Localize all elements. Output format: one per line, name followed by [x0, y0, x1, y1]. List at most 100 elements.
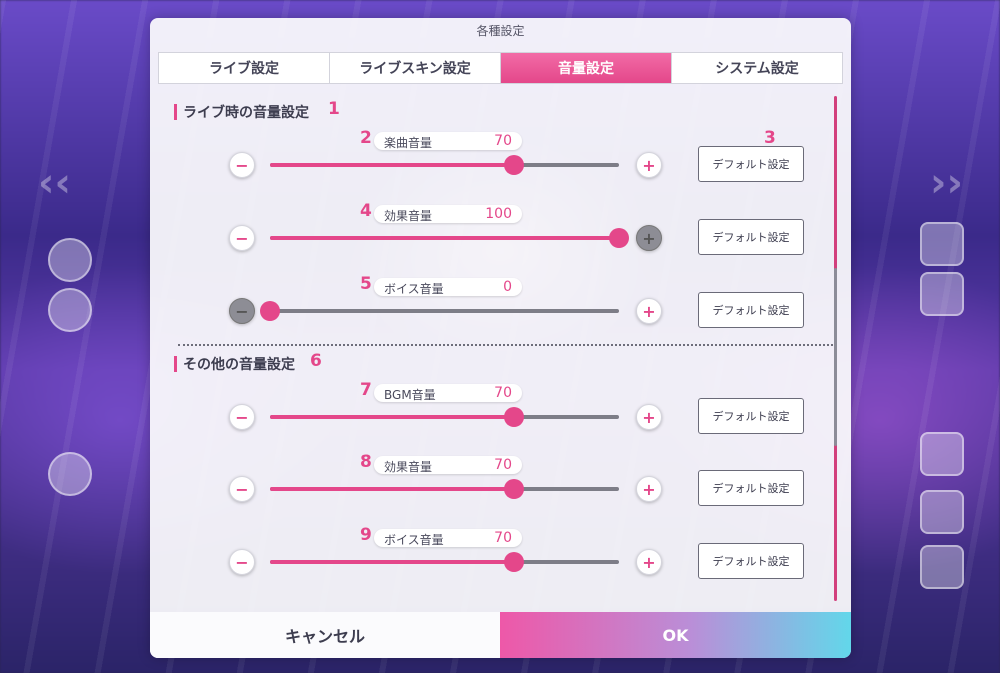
volume-value: 0	[503, 279, 512, 295]
tab-live-settings[interactable]: ライブ設定	[159, 53, 330, 83]
volume-label: BGM音量	[384, 388, 436, 402]
cancel-button[interactable]: キャンセル	[150, 612, 500, 658]
volume-label-pill: ボイス音量 70	[374, 529, 522, 547]
side-icon	[920, 222, 964, 266]
minus-icon: −	[235, 301, 249, 321]
side-icon	[48, 288, 92, 332]
dialog-footer: キャンセル OK	[150, 612, 851, 658]
tab-live-skin-settings[interactable]: ライブスキン設定	[330, 53, 501, 83]
volume-value: 100	[485, 206, 512, 222]
volume-value: 70	[494, 457, 512, 473]
volume-decrease-button[interactable]: −	[229, 225, 255, 251]
plus-icon: +	[642, 407, 656, 427]
volume-value: 70	[494, 530, 512, 546]
volume-increase-button[interactable]: +	[636, 476, 662, 502]
plus-icon: +	[642, 155, 656, 175]
volume-label: 楽曲音量	[384, 136, 433, 150]
annotation-number: 6	[310, 351, 322, 371]
volume-slider-fill	[270, 560, 514, 564]
volume-increase-button[interactable]: +	[636, 404, 662, 430]
minus-icon: −	[235, 407, 249, 427]
slider-row: 2 楽曲音量 70 − + デフォルト設定	[150, 128, 851, 202]
side-icon	[920, 545, 964, 589]
volume-value: 70	[494, 385, 512, 401]
ok-button[interactable]: OK	[500, 612, 851, 658]
annotation-number: 4	[360, 201, 372, 221]
left-arrow-icon: ‹‹	[38, 160, 71, 206]
default-settings-button[interactable]: デフォルト設定	[698, 470, 804, 506]
dialog-title: 各種設定	[476, 24, 525, 38]
volume-decrease-button[interactable]: −	[229, 476, 255, 502]
slider-row: 9 ボイス音量 70 − + デフォルト設定	[150, 525, 851, 599]
volume-label: 効果音量	[384, 209, 433, 223]
volume-slider-fill	[270, 415, 514, 419]
volume-slider-handle[interactable]	[504, 479, 524, 499]
volume-slider-handle[interactable]	[609, 228, 629, 248]
annotation-number: 2	[360, 128, 372, 148]
section-live-volume: ライブ時の音量設定	[174, 102, 309, 122]
volume-decrease-button[interactable]: −	[229, 404, 255, 430]
annotation-number: 8	[360, 452, 372, 472]
plus-icon: +	[642, 552, 656, 572]
volume-slider-fill	[270, 236, 619, 240]
volume-label-pill: 楽曲音量 70	[374, 132, 522, 150]
slider-row: 4 効果音量 100 − + デフォルト設定	[150, 201, 851, 275]
volume-increase-button[interactable]: +	[636, 152, 662, 178]
side-icon	[920, 432, 964, 476]
section-marker	[174, 356, 177, 372]
tab-system-settings[interactable]: システム設定	[672, 53, 842, 83]
volume-slider[interactable]	[270, 228, 629, 248]
volume-decrease-button[interactable]: −	[229, 298, 255, 324]
side-icon	[920, 490, 964, 534]
minus-icon: −	[235, 479, 249, 499]
volume-label-pill: ボイス音量 0	[374, 278, 522, 296]
default-settings-button[interactable]: デフォルト設定	[698, 146, 804, 182]
right-arrow-icon: ››	[930, 160, 963, 206]
plus-icon: +	[642, 479, 656, 499]
volume-increase-button[interactable]: +	[636, 549, 662, 575]
annotation-number: 9	[360, 525, 372, 545]
volume-increase-button[interactable]: +	[636, 298, 662, 324]
close-icon	[48, 452, 92, 496]
section-other-volume: その他の音量設定	[174, 354, 295, 374]
volume-slider[interactable]	[270, 407, 619, 427]
volume-label-pill: BGM音量 70	[374, 384, 522, 402]
slider-row: 7 BGM音量 70 − + デフォルト設定	[150, 380, 851, 454]
volume-label: ボイス音量	[384, 533, 444, 547]
volume-label: ボイス音量	[384, 282, 444, 296]
volume-value: 70	[494, 133, 512, 149]
volume-decrease-button[interactable]: −	[229, 549, 255, 575]
volume-label-pill: 効果音量 70	[374, 456, 522, 474]
minus-icon: −	[235, 228, 249, 248]
volume-slider[interactable]	[270, 479, 619, 499]
settings-dialog: 各種設定 ライブ設定 ライブスキン設定 音量設定 システム設定 ライブ時の音量設…	[150, 18, 851, 658]
annotation-number: 1	[328, 99, 340, 119]
volume-label: 効果音量	[384, 460, 433, 474]
minus-icon: −	[235, 552, 249, 572]
volume-slider-handle[interactable]	[504, 155, 524, 175]
volume-slider-handle[interactable]	[504, 552, 524, 572]
slider-row: 5 ボイス音量 0 − + デフォルト設定	[150, 274, 851, 348]
volume-increase-button[interactable]: +	[636, 225, 662, 251]
default-settings-button[interactable]: デフォルト設定	[698, 543, 804, 579]
section-title: ライブ時の音量設定	[183, 105, 309, 121]
volume-slider[interactable]	[260, 301, 619, 321]
volume-slider-fill	[270, 487, 514, 491]
volume-slider-handle[interactable]	[260, 301, 280, 321]
volume-slider-handle[interactable]	[504, 407, 524, 427]
volume-slider[interactable]	[270, 552, 619, 572]
volume-slider[interactable]	[270, 155, 619, 175]
settings-tabs: ライブ設定 ライブスキン設定 音量設定 システム設定	[158, 52, 843, 84]
default-settings-button[interactable]: デフォルト設定	[698, 292, 804, 328]
volume-label-pill: 効果音量 100	[374, 205, 522, 223]
volume-slider-fill	[270, 163, 514, 167]
default-settings-button[interactable]: デフォルト設定	[698, 219, 804, 255]
volume-decrease-button[interactable]: −	[229, 152, 255, 178]
slider-row: 8 効果音量 70 − + デフォルト設定	[150, 452, 851, 526]
tab-volume-settings[interactable]: 音量設定	[501, 53, 672, 83]
default-settings-button[interactable]: デフォルト設定	[698, 398, 804, 434]
plus-icon: +	[642, 301, 656, 321]
section-marker	[174, 104, 177, 120]
annotation-number: 5	[360, 274, 372, 294]
minus-icon: −	[235, 155, 249, 175]
